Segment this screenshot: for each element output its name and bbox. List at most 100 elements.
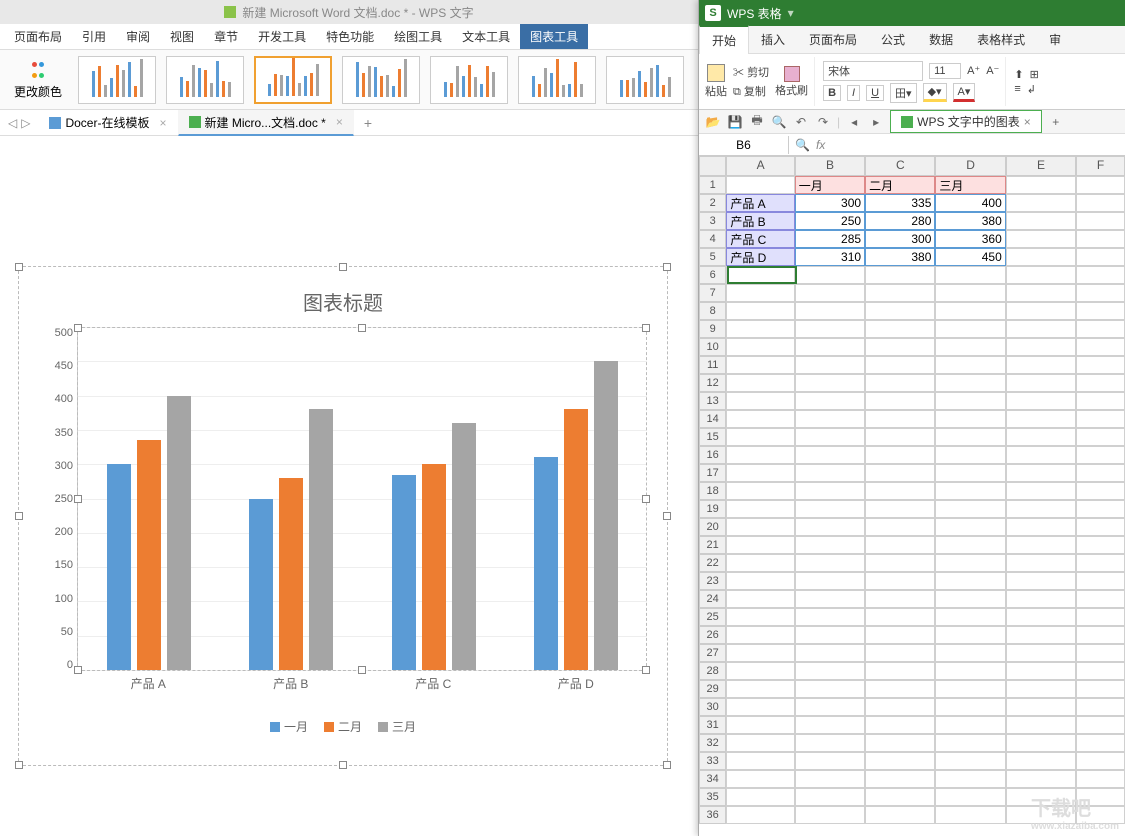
- cell[interactable]: [1006, 392, 1076, 410]
- cell[interactable]: [865, 392, 935, 410]
- cut-button[interactable]: ✂ 剪切: [733, 64, 769, 80]
- sheet-menu-tab[interactable]: 公式: [869, 26, 917, 53]
- row-header[interactable]: 11: [699, 356, 726, 374]
- row-header[interactable]: 16: [699, 446, 726, 464]
- cell[interactable]: [726, 176, 794, 194]
- cell[interactable]: [795, 554, 865, 572]
- cell[interactable]: [935, 464, 1005, 482]
- cell[interactable]: 300: [865, 230, 935, 248]
- cell[interactable]: [795, 716, 865, 734]
- resize-handle[interactable]: [339, 761, 347, 769]
- column-header[interactable]: A: [726, 156, 794, 176]
- row-header[interactable]: 22: [699, 554, 726, 572]
- cell[interactable]: [726, 284, 794, 302]
- cell[interactable]: 450: [935, 248, 1005, 266]
- decrease-font-icon[interactable]: A⁻: [986, 64, 999, 77]
- cell[interactable]: [726, 680, 794, 698]
- cell[interactable]: [795, 482, 865, 500]
- cell[interactable]: [1006, 410, 1076, 428]
- resize-handle[interactable]: [663, 761, 671, 769]
- chart-style-thumb[interactable]: [254, 56, 332, 104]
- cell[interactable]: [795, 734, 865, 752]
- cell[interactable]: [795, 338, 865, 356]
- cell[interactable]: [865, 788, 935, 806]
- cell[interactable]: [1076, 356, 1125, 374]
- ribbon-tab-4[interactable]: 章节: [204, 24, 248, 49]
- cell[interactable]: [935, 374, 1005, 392]
- cell[interactable]: [1076, 752, 1125, 770]
- close-icon[interactable]: ×: [336, 115, 343, 129]
- cell[interactable]: [1006, 662, 1076, 680]
- cell[interactable]: [935, 680, 1005, 698]
- sheet-tab[interactable]: WPS 文字中的图表 ×: [890, 110, 1042, 133]
- cell[interactable]: [795, 608, 865, 626]
- cell[interactable]: [865, 554, 935, 572]
- cell[interactable]: [1076, 590, 1125, 608]
- cell[interactable]: [1006, 338, 1076, 356]
- font-size-select[interactable]: 11: [929, 63, 961, 79]
- cell[interactable]: [726, 500, 794, 518]
- add-sheet-icon[interactable]: +: [1048, 114, 1064, 130]
- underline-button[interactable]: U: [866, 85, 884, 101]
- cell[interactable]: [795, 626, 865, 644]
- cell[interactable]: [935, 770, 1005, 788]
- cell[interactable]: [795, 788, 865, 806]
- cell[interactable]: [865, 698, 935, 716]
- row-header[interactable]: 24: [699, 590, 726, 608]
- row-header[interactable]: 10: [699, 338, 726, 356]
- cell[interactable]: [865, 536, 935, 554]
- resize-handle[interactable]: [74, 495, 82, 503]
- cell[interactable]: [1006, 482, 1076, 500]
- cell[interactable]: [726, 716, 794, 734]
- cell[interactable]: [1006, 464, 1076, 482]
- row-header[interactable]: 33: [699, 752, 726, 770]
- cell[interactable]: [795, 410, 865, 428]
- cell[interactable]: [795, 590, 865, 608]
- cell[interactable]: [795, 320, 865, 338]
- cell[interactable]: [935, 788, 1005, 806]
- font-name-select[interactable]: 宋体: [823, 61, 923, 81]
- cell[interactable]: [935, 518, 1005, 536]
- cell[interactable]: [795, 428, 865, 446]
- cell[interactable]: [726, 428, 794, 446]
- cell[interactable]: [865, 806, 935, 824]
- cell[interactable]: [1006, 626, 1076, 644]
- row-header[interactable]: 31: [699, 716, 726, 734]
- row-header[interactable]: 25: [699, 608, 726, 626]
- cell[interactable]: [1076, 464, 1125, 482]
- cell[interactable]: [935, 698, 1005, 716]
- cell[interactable]: [865, 374, 935, 392]
- cell[interactable]: [726, 644, 794, 662]
- cell[interactable]: [1076, 266, 1125, 284]
- cell[interactable]: [865, 680, 935, 698]
- row-header[interactable]: 1: [699, 176, 726, 194]
- cell[interactable]: [726, 770, 794, 788]
- cell[interactable]: [935, 500, 1005, 518]
- resize-handle[interactable]: [642, 324, 650, 332]
- resize-handle[interactable]: [663, 512, 671, 520]
- cell[interactable]: [726, 536, 794, 554]
- ribbon-tab-3[interactable]: 视图: [160, 24, 204, 49]
- cell[interactable]: [726, 446, 794, 464]
- cell[interactable]: [795, 662, 865, 680]
- row-header[interactable]: 8: [699, 302, 726, 320]
- ribbon-tab-5[interactable]: 开发工具: [248, 24, 316, 49]
- resize-handle[interactable]: [663, 263, 671, 271]
- cell[interactable]: [865, 770, 935, 788]
- border-button[interactable]: 田▾: [890, 83, 917, 103]
- ribbon-tab-7[interactable]: 绘图工具: [384, 24, 452, 49]
- increase-font-icon[interactable]: A⁺: [967, 64, 980, 77]
- chart-legend[interactable]: 一月二月三月: [19, 718, 667, 735]
- resize-handle[interactable]: [15, 263, 23, 271]
- resize-handle[interactable]: [642, 666, 650, 674]
- cell[interactable]: [795, 644, 865, 662]
- row-header[interactable]: 23: [699, 572, 726, 590]
- cell[interactable]: [935, 482, 1005, 500]
- cell[interactable]: [1006, 590, 1076, 608]
- document-tab[interactable]: Docer-在线模板×: [38, 110, 177, 136]
- cell[interactable]: 二月: [865, 176, 935, 194]
- cell[interactable]: [1076, 734, 1125, 752]
- font-color-button[interactable]: A▾: [953, 83, 976, 102]
- cell[interactable]: [865, 428, 935, 446]
- cell[interactable]: [726, 410, 794, 428]
